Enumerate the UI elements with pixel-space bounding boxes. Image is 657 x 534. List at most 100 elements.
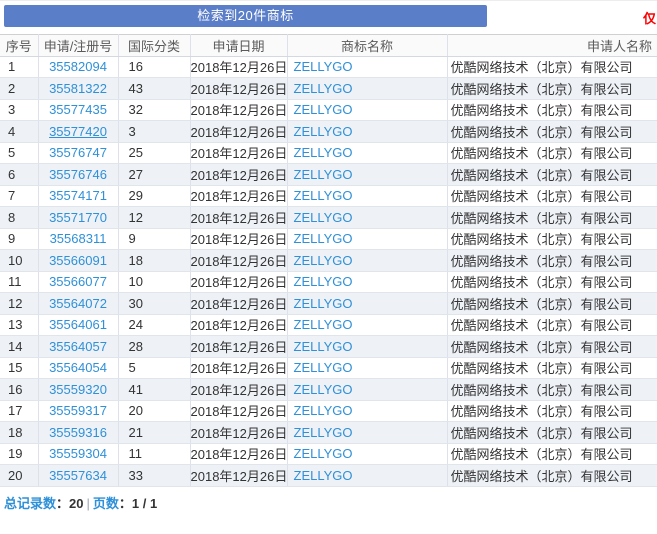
- table-row: 1735559317202018年12月26日ZELLYGO优酷网络技术（北京）…: [0, 400, 657, 422]
- trademark-name-link-cell: ZELLYGO: [287, 99, 447, 121]
- reg-number-link[interactable]: 35559316: [49, 425, 107, 440]
- trademark-name-link[interactable]: ZELLYGO: [294, 468, 353, 483]
- trademark-name-link[interactable]: ZELLYGO: [294, 124, 353, 139]
- trademark-name-link[interactable]: ZELLYGO: [294, 81, 353, 96]
- trademark-name-link-cell: ZELLYGO: [287, 228, 447, 250]
- intl-class-value: 24: [118, 314, 190, 336]
- reg-number-link[interactable]: 35574171: [49, 188, 107, 203]
- reg-number-link[interactable]: 35564072: [49, 296, 107, 311]
- table-row: 635576746272018年12月26日ZELLYGO优酷网络技术（北京）有…: [0, 164, 657, 186]
- reg-number-link-cell: 35566077: [38, 271, 118, 293]
- row-index: 1: [0, 56, 38, 78]
- trademark-name-link[interactable]: ZELLYGO: [294, 145, 353, 160]
- trademark-name-link[interactable]: ZELLYGO: [294, 102, 353, 117]
- trademark-name-link[interactable]: ZELLYGO: [294, 188, 353, 203]
- reg-number-link[interactable]: 35576746: [49, 167, 107, 182]
- trademark-name-link[interactable]: ZELLYGO: [294, 59, 353, 74]
- reg-number-link[interactable]: 35557634: [49, 468, 107, 483]
- apply-date-value: 2018年12月26日: [190, 56, 287, 78]
- reg-number-link-cell: 35557634: [38, 465, 118, 487]
- table-row: 1235564072302018年12月26日ZELLYGO优酷网络技术（北京）…: [0, 293, 657, 315]
- intl-class-value: 11: [118, 443, 190, 465]
- trademark-name-link[interactable]: ZELLYGO: [294, 296, 353, 311]
- applicant-name-value: 优酷网络技术（北京）有限公司: [447, 99, 657, 121]
- reg-number-link-cell: 35568311: [38, 228, 118, 250]
- trademark-name-link-cell: ZELLYGO: [287, 293, 447, 315]
- trademark-name-link[interactable]: ZELLYGO: [294, 253, 353, 268]
- reg-number-link-cell: 35559320: [38, 379, 118, 401]
- row-index: 12: [0, 293, 38, 315]
- applicant-name-value: 优酷网络技术（北京）有限公司: [447, 336, 657, 358]
- apply-date-value: 2018年12月26日: [190, 293, 287, 315]
- row-index: 11: [0, 271, 38, 293]
- reg-number-link[interactable]: 35566091: [49, 253, 107, 268]
- row-index: 5: [0, 142, 38, 164]
- applicant-name-value: 优酷网络技术（北京）有限公司: [447, 142, 657, 164]
- apply-date-value: 2018年12月26日: [190, 121, 287, 143]
- reg-number-link[interactable]: 35564057: [49, 339, 107, 354]
- trademark-name-link[interactable]: ZELLYGO: [294, 210, 353, 225]
- table-header-row: 序号 申请/注册号 国际分类 申请日期 商标名称 申请人名称: [0, 35, 657, 57]
- trademark-name-link-cell: ZELLYGO: [287, 78, 447, 100]
- trademark-name-link[interactable]: ZELLYGO: [294, 360, 353, 375]
- intl-class-value: 28: [118, 336, 190, 358]
- total-records-colon: ：: [56, 496, 69, 511]
- reg-number-link[interactable]: 35577420: [49, 124, 107, 139]
- trademark-name-link[interactable]: ZELLYGO: [294, 317, 353, 332]
- reg-number-link[interactable]: 35582094: [49, 59, 107, 74]
- result-count-banner: 检索到20件商标: [4, 5, 487, 27]
- table-row: 135582094162018年12月26日ZELLYGO优酷网络技术（北京）有…: [0, 56, 657, 78]
- apply-date-value: 2018年12月26日: [190, 379, 287, 401]
- intl-class-value: 3: [118, 121, 190, 143]
- trademark-name-link[interactable]: ZELLYGO: [294, 231, 353, 246]
- row-index: 18: [0, 422, 38, 444]
- reg-number-link[interactable]: 35564054: [49, 360, 107, 375]
- trademark-results-table: 序号 申请/注册号 国际分类 申请日期 商标名称 申请人名称 1 35582094…: [0, 34, 657, 487]
- reg-number-link-cell: 35559316: [38, 422, 118, 444]
- table-row: 43557742032018年12月26日ZELLYGO优酷网络技术（北京）有限…: [0, 121, 657, 143]
- apply-date-value: 2018年12月26日: [190, 142, 287, 164]
- reg-number-link[interactable]: 35564061: [49, 317, 107, 332]
- row-index: 6: [0, 164, 38, 186]
- reg-number-link-cell: 35576747: [38, 142, 118, 164]
- table-row: 1435564057282018年12月26日ZELLYGO优酷网络技术（北京）…: [0, 336, 657, 358]
- reg-number-link[interactable]: 35577435: [49, 102, 107, 117]
- trademark-name-link[interactable]: ZELLYGO: [294, 403, 353, 418]
- column-header-trademark-name: 商标名称: [287, 35, 447, 57]
- reg-number-link[interactable]: 35566077: [49, 274, 107, 289]
- reg-number-link-cell: 35564061: [38, 314, 118, 336]
- intl-class-value: 12: [118, 207, 190, 229]
- reg-number-link[interactable]: 35568311: [50, 231, 107, 246]
- reg-number-link[interactable]: 35559304: [49, 446, 107, 461]
- reg-number-link[interactable]: 35559320: [49, 382, 107, 397]
- trademark-name-link[interactable]: ZELLYGO: [294, 446, 353, 461]
- intl-class-value: 43: [118, 78, 190, 100]
- reg-number-link-cell: 35577420: [38, 121, 118, 143]
- reg-number-link-cell: 35577435: [38, 99, 118, 121]
- page-count-colon: ：: [119, 496, 132, 511]
- apply-date-value: 2018年12月26日: [190, 336, 287, 358]
- trademark-name-link-cell: ZELLYGO: [287, 465, 447, 487]
- reg-number-link-cell: 35581322: [38, 78, 118, 100]
- table-row: 735574171292018年12月26日ZELLYGO优酷网络技术（北京）有…: [0, 185, 657, 207]
- applicant-name-value: 优酷网络技术（北京）有限公司: [447, 228, 657, 250]
- trademark-name-link[interactable]: ZELLYGO: [294, 425, 353, 440]
- trademark-name-link[interactable]: ZELLYGO: [294, 339, 353, 354]
- column-header-apply-date: 申请日期: [190, 35, 287, 57]
- top-notice-bar: 检索到20件商标 仅: [0, 1, 657, 34]
- column-header-index: 序号: [0, 35, 38, 57]
- reg-number-link[interactable]: 35581322: [49, 81, 107, 96]
- row-index: 10: [0, 250, 38, 272]
- reg-number-link[interactable]: 35576747: [49, 145, 107, 160]
- apply-date-value: 2018年12月26日: [190, 228, 287, 250]
- reg-number-link[interactable]: 35571770: [49, 210, 107, 225]
- trademark-name-link[interactable]: ZELLYGO: [294, 382, 353, 397]
- trademark-name-link-cell: ZELLYGO: [287, 336, 447, 358]
- trademark-name-link[interactable]: ZELLYGO: [294, 274, 353, 289]
- trademark-name-link-cell: ZELLYGO: [287, 271, 447, 293]
- trademark-name-link-cell: ZELLYGO: [287, 185, 447, 207]
- trademark-name-link[interactable]: ZELLYGO: [294, 167, 353, 182]
- intl-class-value: 41: [118, 379, 190, 401]
- apply-date-value: 2018年12月26日: [190, 400, 287, 422]
- reg-number-link[interactable]: 35559317: [49, 403, 107, 418]
